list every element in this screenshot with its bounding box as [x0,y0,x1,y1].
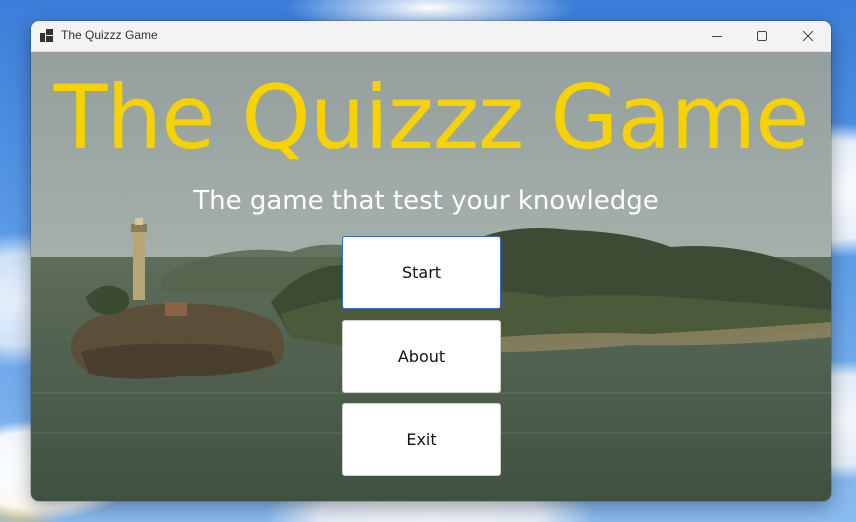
game-subtitle: The game that test your knowledge [193,186,659,216]
maximize-button[interactable] [739,21,785,51]
exit-button[interactable]: Exit [342,403,501,476]
app-window: The Quizzz Game The Quizzz Game The game… [31,21,831,501]
main-menu-screen: The Quizzz Game The game that test your … [31,52,831,501]
minimize-icon [712,36,722,37]
start-button[interactable]: Start [342,236,501,309]
close-button[interactable] [785,21,831,51]
game-title: The Quizzz Game [53,66,810,169]
maximize-icon [757,31,767,41]
minimize-button[interactable] [694,21,740,51]
app-icon [40,29,53,42]
close-icon [802,30,814,42]
title-bar[interactable]: The Quizzz Game [31,21,831,52]
window-title: The Quizzz Game [61,28,158,42]
about-button[interactable]: About [342,320,501,393]
